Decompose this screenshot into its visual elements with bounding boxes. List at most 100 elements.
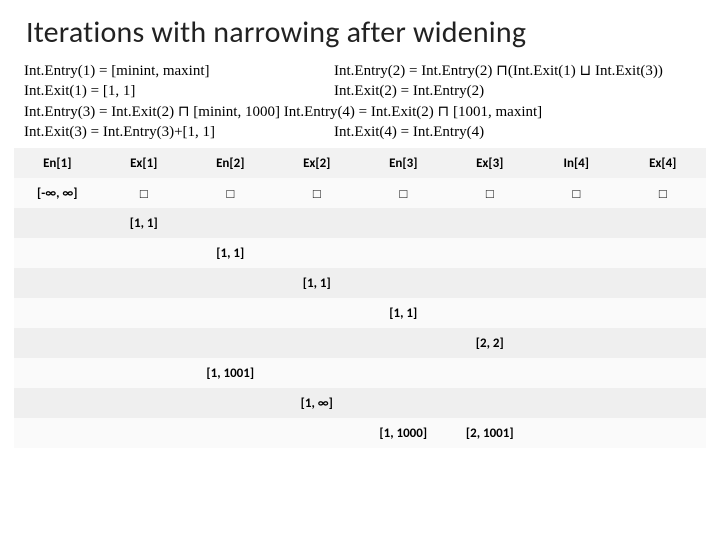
table-cell (14, 388, 101, 418)
table-cell (14, 298, 101, 328)
table-cell: [-∞, ∞] (14, 178, 101, 208)
table-cell (447, 238, 534, 268)
table-cell: □ (274, 178, 361, 208)
table-cell: [1, 1000] (360, 418, 447, 448)
table-row: [2, 2] (14, 328, 706, 358)
table-cell (447, 388, 534, 418)
table-cell (620, 358, 707, 388)
table-cell: □ (620, 178, 707, 208)
col-header: En[1] (14, 148, 101, 178)
table-cell (360, 358, 447, 388)
col-header: In[4] (533, 148, 620, 178)
eq-exit3: Int.Exit(3) = Int.Entry(3)+[1, 1] (24, 122, 334, 142)
table-row: [1, 1001] (14, 358, 706, 388)
table-cell (274, 418, 361, 448)
table-cell: [1, 1] (101, 208, 188, 238)
table-cell (620, 388, 707, 418)
table-cell (360, 238, 447, 268)
equation-block: Int.Entry(1) = [minint, maxint] Int.Entr… (24, 61, 706, 142)
table-cell (187, 388, 274, 418)
slide-title: Iterations with narrowing after widening (26, 14, 706, 51)
table-cell (274, 238, 361, 268)
table-cell (533, 328, 620, 358)
table-cell: [1, 1] (187, 238, 274, 268)
table-cell (14, 358, 101, 388)
table-cell: [1, ∞] (274, 388, 361, 418)
table-cell (533, 358, 620, 388)
table-cell (274, 208, 361, 238)
eq-entry3-entry4: Int.Entry(3) = Int.Exit(2) ⊓ [minint, 10… (24, 102, 706, 122)
table-cell (101, 358, 188, 388)
table-cell (14, 208, 101, 238)
table-cell (14, 268, 101, 298)
col-header: Ex[4] (620, 148, 707, 178)
col-header: Ex[2] (274, 148, 361, 178)
table-cell (274, 358, 361, 388)
table-cell (14, 418, 101, 448)
table-cell (620, 328, 707, 358)
table-row: [1, 1] (14, 298, 706, 328)
table-cell (187, 298, 274, 328)
table-cell (14, 328, 101, 358)
table-cell (447, 298, 534, 328)
eq-entry1: Int.Entry(1) = [minint, maxint] (24, 61, 334, 81)
table-cell (101, 328, 188, 358)
table-cell (360, 268, 447, 298)
table-cell (187, 328, 274, 358)
table-cell (101, 418, 188, 448)
table-cell: □ (533, 178, 620, 208)
table-cell (447, 358, 534, 388)
eq-exit2: Int.Exit(2) = Int.Entry(2) (334, 81, 706, 101)
table-cell (101, 268, 188, 298)
table-cell: [1, 1] (360, 298, 447, 328)
col-header: En[3] (360, 148, 447, 178)
table-row: [1, 1000][2, 1001] (14, 418, 706, 448)
table-cell (360, 328, 447, 358)
table-cell: [2, 1001] (447, 418, 534, 448)
table-cell (620, 298, 707, 328)
table-cell (101, 388, 188, 418)
table-row: [1, 1] (14, 208, 706, 238)
table-cell (620, 238, 707, 268)
table-cell (533, 268, 620, 298)
table-cell (533, 418, 620, 448)
table-cell (187, 208, 274, 238)
iteration-table: En[1] Ex[1] En[2] Ex[2] En[3] Ex[3] In[4… (14, 148, 706, 448)
table-cell (14, 238, 101, 268)
table-cell (187, 268, 274, 298)
table-cell: □ (187, 178, 274, 208)
table-header-row: En[1] Ex[1] En[2] Ex[2] En[3] Ex[3] In[4… (14, 148, 706, 178)
table-cell (101, 298, 188, 328)
table-cell (533, 388, 620, 418)
table-cell: □ (360, 178, 447, 208)
table-cell (620, 268, 707, 298)
table-cell (447, 268, 534, 298)
eq-entry2: Int.Entry(2) = Int.Entry(2) ⊓(Int.Exit(1… (334, 61, 706, 81)
table-cell: [2, 2] (447, 328, 534, 358)
eq-exit4: Int.Exit(4) = Int.Entry(4) (334, 122, 706, 142)
table-cell (533, 238, 620, 268)
col-header: Ex[3] (447, 148, 534, 178)
table-cell (360, 208, 447, 238)
table-cell (187, 418, 274, 448)
table-cell: □ (447, 178, 534, 208)
table-row: [1, 1] (14, 238, 706, 268)
col-header: En[2] (187, 148, 274, 178)
table-cell (274, 298, 361, 328)
eq-exit1: Int.Exit(1) = [1, 1] (24, 81, 334, 101)
table-cell (533, 208, 620, 238)
table-cell (274, 328, 361, 358)
table-cell: [1, 1] (274, 268, 361, 298)
table-row: [-∞, ∞]□□□□□□□ (14, 178, 706, 208)
table-cell (360, 388, 447, 418)
table-cell: □ (101, 178, 188, 208)
table-cell: [1, 1001] (187, 358, 274, 388)
table-row: [1, 1] (14, 268, 706, 298)
col-header: Ex[1] (101, 148, 188, 178)
table-row: [1, ∞] (14, 388, 706, 418)
table-cell (620, 418, 707, 448)
table-cell (533, 298, 620, 328)
table-cell (101, 238, 188, 268)
table-cell (620, 208, 707, 238)
table-cell (447, 208, 534, 238)
